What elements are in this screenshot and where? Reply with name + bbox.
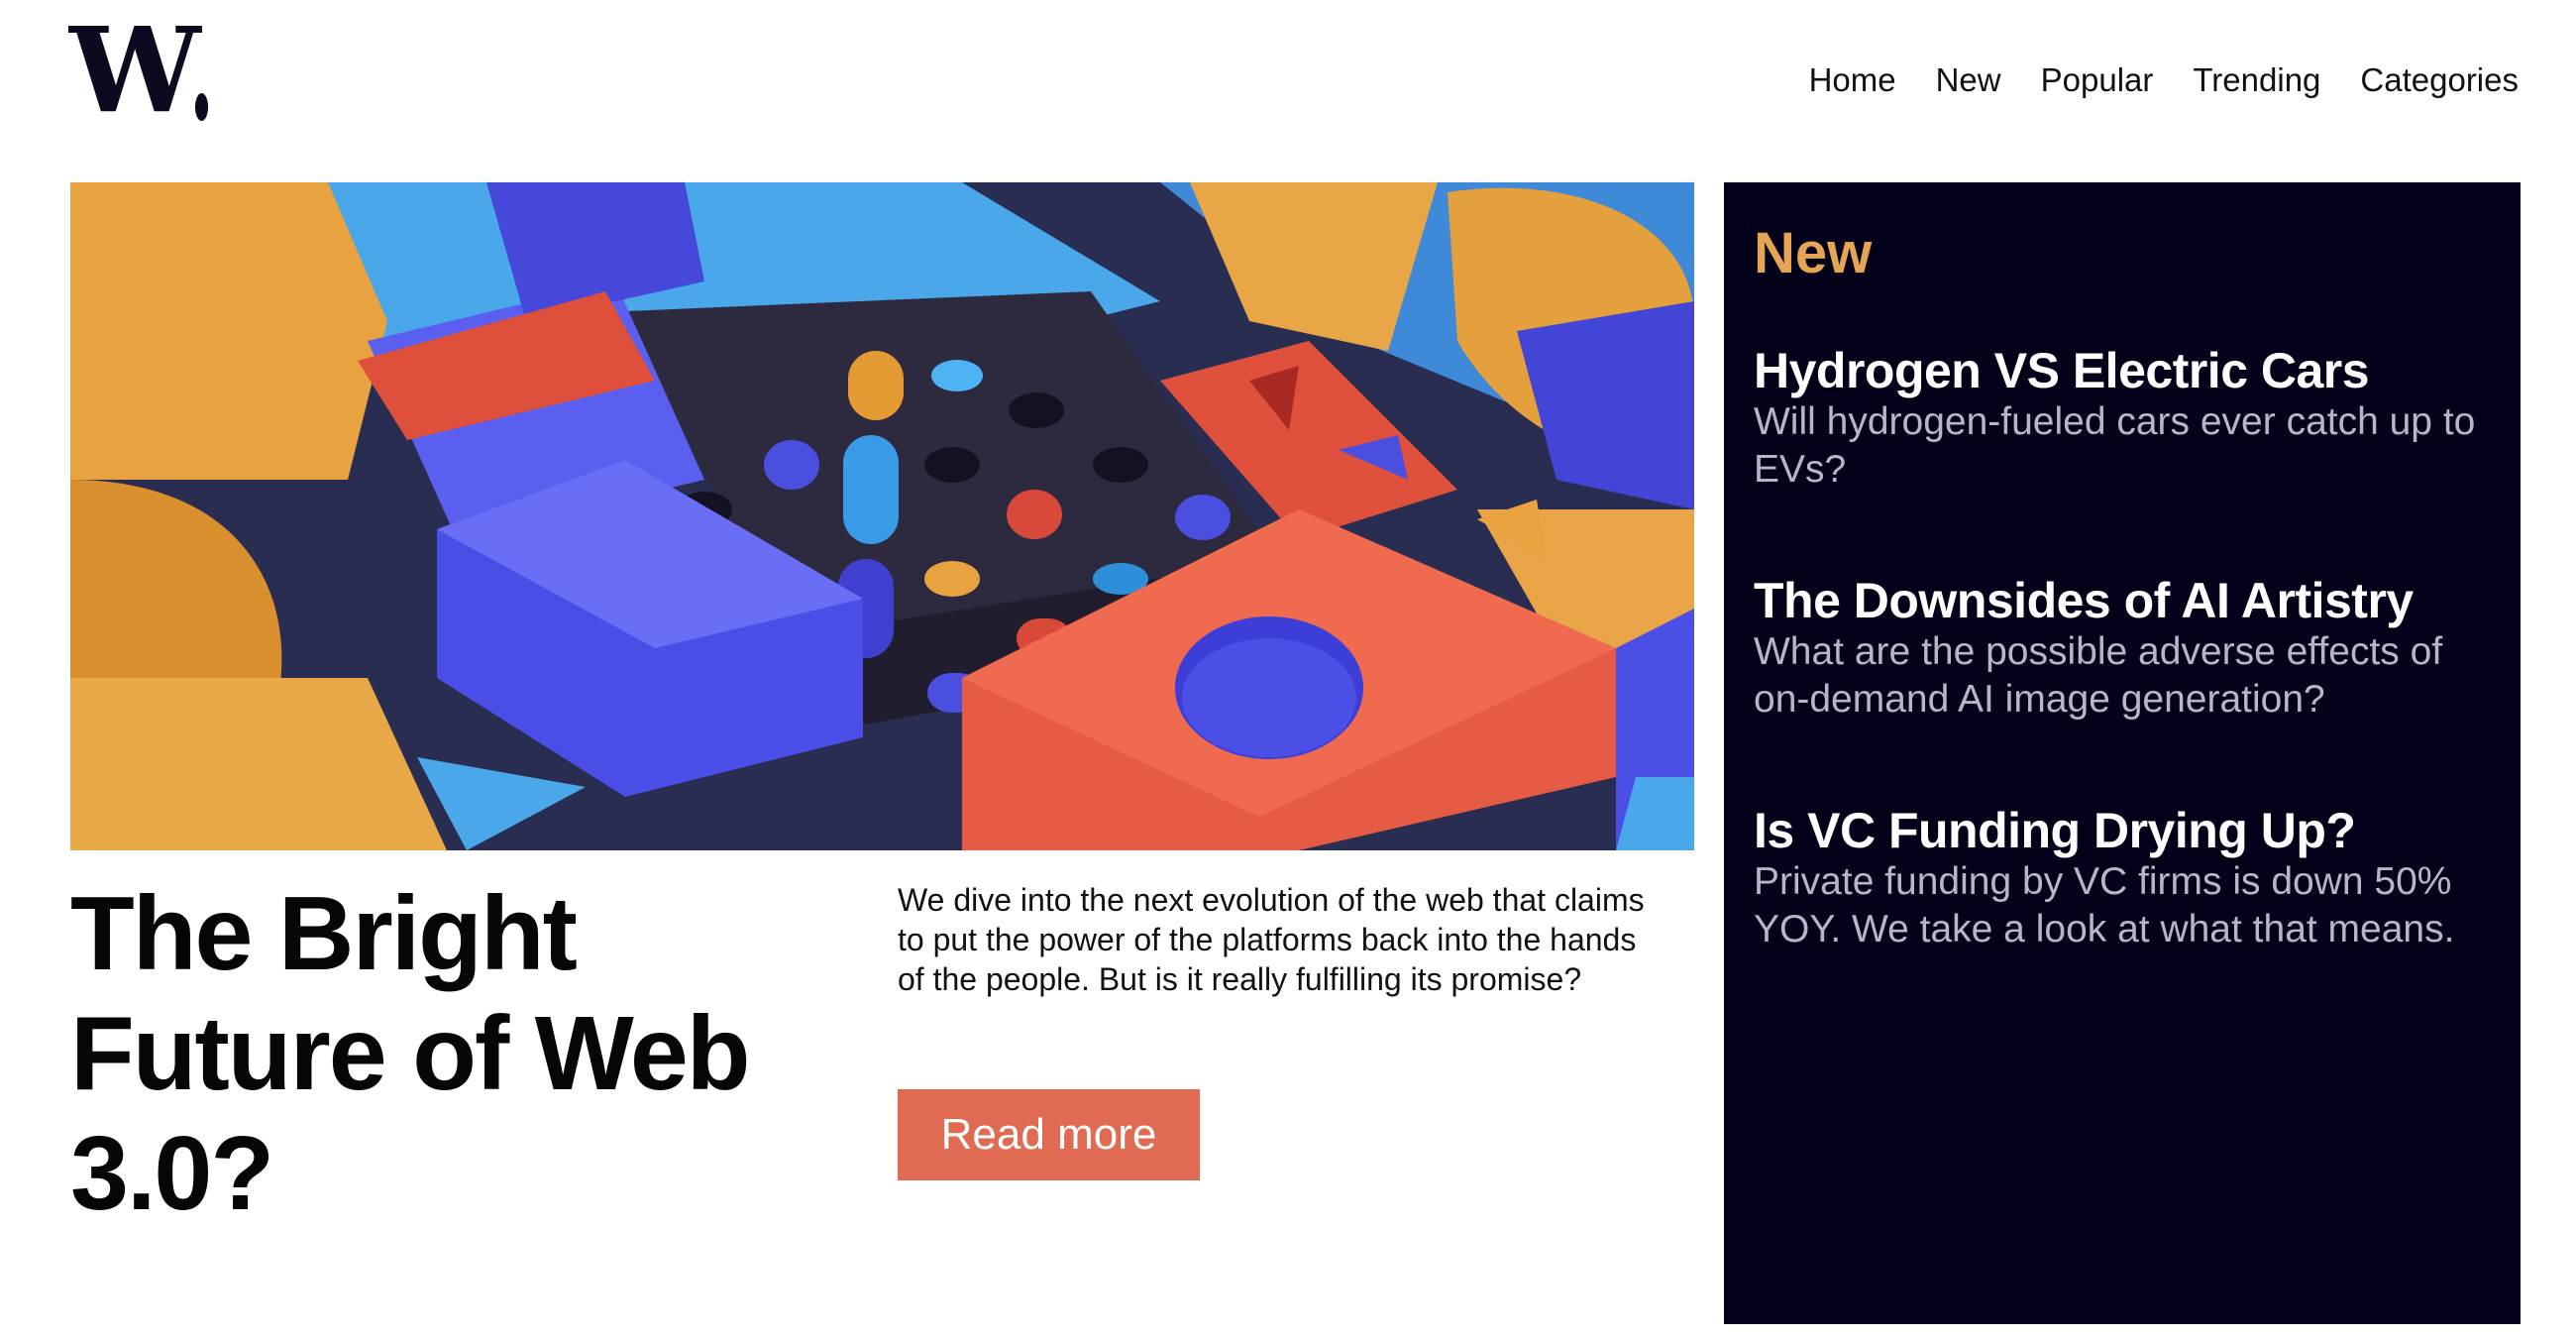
hero-headline[interactable]: The Bright Future of Web 3.0? <box>70 874 823 1234</box>
article-description: Will hydrogen-fueled cars ever catch up … <box>1754 399 2476 491</box>
sidebar-article[interactable]: The Downsides of AI Artistry What are th… <box>1754 573 2491 724</box>
article-title[interactable]: The Downsides of AI Artistry <box>1754 573 2491 628</box>
nav-item-home[interactable]: Home <box>1809 61 1896 99</box>
sidebar-title: New <box>1754 221 1873 285</box>
nav-item-popular[interactable]: Popular <box>2041 61 2154 99</box>
sidebar-article[interactable]: Is VC Funding Drying Up? Private funding… <box>1754 803 2491 953</box>
site-logo[interactable]: W <box>69 12 208 129</box>
article-description: Private funding by VC firms is down 50% … <box>1754 859 2455 950</box>
main-nav: Home New Popular Trending Categories <box>1809 61 2519 99</box>
logo-dot <box>194 93 208 121</box>
new-articles-sidebar: New Hydrogen VS Electric Cars Will hydro… <box>1724 182 2521 1324</box>
logo-letter: W <box>69 1 201 139</box>
read-more-button[interactable]: Read more <box>898 1089 1200 1180</box>
hero-image[interactable] <box>70 182 1694 850</box>
sidebar-article[interactable]: Hydrogen VS Electric Cars Will hydrogen-… <box>1754 343 2491 494</box>
nav-item-trending[interactable]: Trending <box>2193 61 2320 99</box>
article-title[interactable]: Is VC Funding Drying Up? <box>1754 803 2491 858</box>
article-description: What are the possible adverse effects of… <box>1754 629 2443 721</box>
nav-item-categories[interactable]: Categories <box>2360 61 2519 99</box>
nav-item-new[interactable]: New <box>1936 61 2001 99</box>
hero-illustration <box>70 182 1694 850</box>
hero-summary: We dive into the next evolution of the w… <box>898 882 1645 997</box>
article-title[interactable]: Hydrogen VS Electric Cars <box>1754 343 2491 398</box>
